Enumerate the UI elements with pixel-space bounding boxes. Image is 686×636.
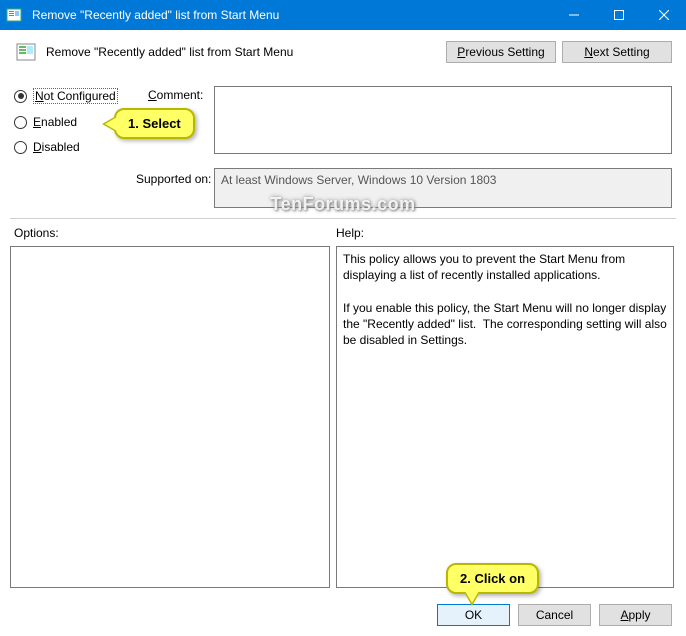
next-setting-button[interactable]: Next Setting (562, 41, 672, 63)
apply-button[interactable]: Apply (599, 604, 672, 626)
annotation-select: 1. Select (114, 108, 195, 139)
header: Remove "Recently added" list from Start … (0, 30, 686, 72)
radio-icon (14, 116, 27, 129)
radio-icon (14, 90, 27, 103)
dialog-buttons: OK Cancel Apply (429, 604, 672, 626)
ok-button[interactable]: OK (437, 604, 510, 626)
titlebar[interactable]: Remove "Recently added" list from Start … (0, 0, 686, 30)
close-button[interactable] (641, 0, 686, 30)
app-icon (0, 7, 28, 23)
help-label: Help: (336, 226, 364, 240)
policy-title: Remove "Recently added" list from Start … (46, 45, 440, 59)
annotation-click: 2. Click on (446, 563, 539, 594)
options-panel (10, 246, 330, 588)
radio-disabled[interactable]: Disabled (14, 140, 144, 154)
help-panel: This policy allows you to prevent the St… (336, 246, 674, 588)
radio-not-configured[interactable]: Not Configured (14, 88, 144, 104)
radio-label: Not Configured (33, 88, 118, 104)
options-label: Options: (14, 226, 59, 240)
maximize-button[interactable] (596, 0, 641, 30)
policy-icon (14, 40, 38, 64)
separator (10, 218, 676, 219)
radio-label: Disabled (33, 140, 80, 154)
comment-input[interactable] (214, 86, 672, 154)
supported-text: At least Windows Server, Windows 10 Vers… (214, 168, 672, 208)
cancel-button[interactable]: Cancel (518, 604, 591, 626)
radio-icon (14, 141, 27, 154)
previous-setting-button[interactable]: Previous Setting (446, 41, 556, 63)
supported-label: Supported on: (136, 172, 211, 186)
radio-label: Enabled (33, 115, 77, 129)
comment-label: Comment: (148, 88, 203, 102)
window-title: Remove "Recently added" list from Start … (28, 8, 551, 22)
minimize-button[interactable] (551, 0, 596, 30)
